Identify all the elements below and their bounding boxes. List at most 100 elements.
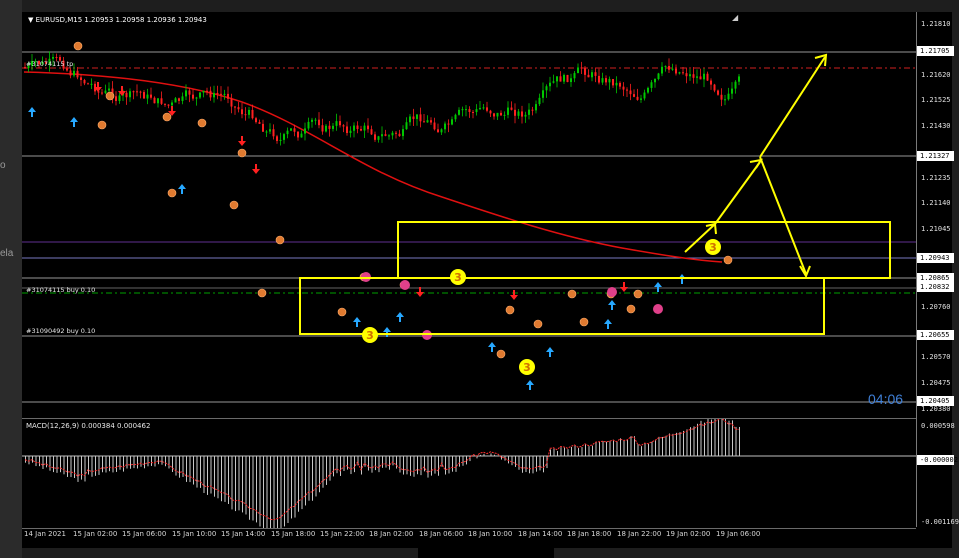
macd-bar [630, 436, 632, 456]
buy-arrow-icon [70, 117, 78, 127]
order-label-buy-1[interactable]: #31074115 buy 0.10 [26, 286, 95, 294]
macd-bar [305, 456, 306, 506]
candle-body [181, 96, 184, 101]
close-icon[interactable]: ◢ [732, 13, 742, 23]
candle-body [461, 109, 464, 111]
signal-dot [97, 120, 107, 130]
candle-body [237, 107, 240, 110]
candle-body [55, 57, 58, 58]
macd-bar [532, 456, 534, 474]
candle-body [395, 132, 397, 134]
macd-bar [63, 456, 65, 475]
macd-bar [126, 456, 128, 469]
candle-body [153, 97, 156, 104]
macd-bar [70, 456, 72, 478]
candle-body [167, 104, 170, 106]
signal-dot [496, 349, 506, 359]
candle-body [650, 82, 653, 88]
candle-body [570, 78, 572, 83]
macd-bar [245, 456, 247, 515]
candle-body [440, 129, 443, 133]
annotation-box-upper [397, 221, 891, 279]
macd-bar [616, 441, 618, 456]
macd-bar [406, 456, 408, 475]
time-label: 15 Jan 10:00 [172, 530, 217, 538]
macd-bar [67, 456, 68, 477]
candle-body [724, 99, 726, 101]
sell-arrow-icon [238, 136, 246, 146]
projection-arrow-3 [759, 56, 826, 158]
candle-body [104, 90, 107, 94]
candle-body [545, 86, 548, 91]
macd-bar [298, 456, 299, 512]
macd-bar [210, 456, 212, 494]
candle-body [678, 72, 681, 74]
candle-body [125, 92, 128, 98]
price-scale[interactable]: 1.21810 1.21705 1.21620 1.21525 1.21430 … [916, 12, 959, 527]
macd-bar [42, 456, 44, 469]
macd-bar [553, 448, 555, 456]
macd-bar [721, 419, 723, 456]
candle-body [713, 84, 716, 91]
candle-body [717, 90, 719, 95]
macd-bar [739, 426, 740, 456]
macd-bar [179, 456, 180, 478]
collapse-triangle-icon[interactable]: ▼ [28, 16, 36, 24]
macd-bar [417, 456, 418, 475]
symbol-header: ▼ EURUSD,M15 1.20953 1.20958 1.20936 1.2… [28, 16, 207, 24]
macd-bar [665, 435, 667, 456]
macd-bar [53, 456, 54, 473]
candle-body [535, 104, 537, 111]
macd-bar [60, 456, 61, 473]
candle-body [489, 110, 492, 114]
order-label-buy-2[interactable]: #31090492 buy 0.10 [26, 327, 95, 335]
candle-body [335, 121, 338, 126]
candle-body [633, 94, 635, 97]
price-pane[interactable]: 3 3 3 3 ▼ EURUSD,M15 1.20953 1.20958 1.2093… [22, 12, 916, 414]
candle-body [241, 109, 243, 115]
macd-bar [735, 426, 737, 456]
bar-countdown-clock: 04:06 [868, 391, 904, 407]
macd-bar [200, 456, 201, 488]
macd-bar [676, 432, 677, 456]
macd-bar [641, 446, 642, 456]
macd-bar [123, 456, 124, 472]
candle-body [339, 121, 341, 126]
macd-bar [581, 447, 583, 456]
sell-arrow-icon [620, 282, 628, 292]
macd-bar [259, 456, 261, 527]
candle-body [370, 129, 373, 135]
sell-arrow-icon [510, 290, 518, 300]
macd-bar [196, 456, 198, 488]
candle-body [405, 122, 408, 130]
macd-pane[interactable]: MACD(12,26,9) 0.000384 0.000462 [22, 418, 916, 529]
chart-window[interactable]: 3 3 3 3 ▼ EURUSD,M15 1.20953 1.20958 1.2093… [22, 12, 959, 548]
buy-arrow-icon [28, 107, 36, 117]
candle-body [444, 123, 446, 130]
order-label-tp[interactable]: #31074115 tp [26, 60, 73, 68]
candle-body [311, 119, 313, 122]
candle-body [622, 86, 625, 90]
candle-body [248, 109, 250, 115]
candle-body [626, 89, 628, 91]
macd-bar [329, 456, 331, 481]
candle-body [727, 93, 730, 100]
macd-bar [693, 426, 695, 456]
macd-bar [343, 456, 345, 472]
macd-bar [644, 443, 646, 456]
candle-body [577, 67, 579, 74]
candle-body [563, 74, 565, 82]
candle-body [374, 134, 376, 140]
candle-body [353, 125, 355, 131]
candle-body [272, 129, 275, 137]
buy-arrow-icon [654, 282, 662, 292]
candle-body [615, 82, 618, 86]
candle-body [591, 72, 593, 78]
annotation-box-lower [299, 277, 825, 335]
candle-body [188, 90, 191, 95]
candle-body [580, 67, 583, 69]
bottom-tab-strip[interactable] [418, 540, 554, 558]
macd-bar [154, 456, 156, 467]
candle-body [80, 77, 82, 81]
macd-bar [203, 456, 205, 493]
